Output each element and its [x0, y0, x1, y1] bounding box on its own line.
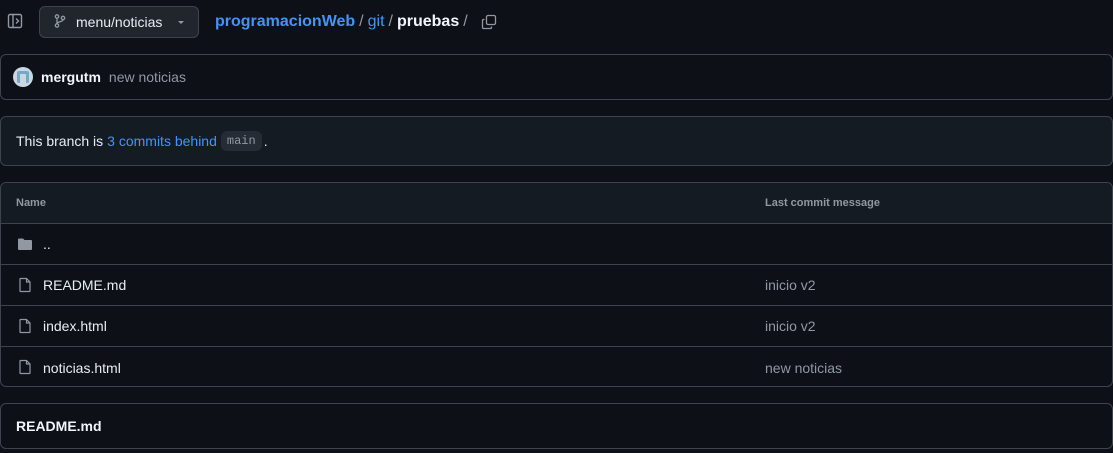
parent-directory-link[interactable]: .. — [43, 236, 51, 252]
table-row[interactable]: .. — [1, 224, 1112, 265]
file-table-header: Name Last commit message — [1, 183, 1112, 224]
breadcrumb-separator: / — [388, 13, 393, 30]
breadcrumb-folder-link[interactable]: git — [368, 13, 385, 31]
sidebar-toggle-icon[interactable] — [6, 12, 24, 30]
base-branch-label: main — [220, 131, 262, 151]
git-branch-icon — [52, 13, 68, 32]
file-name-link[interactable]: index.html — [43, 318, 107, 334]
file-name-link[interactable]: README.md — [43, 277, 126, 293]
column-header-message: Last commit message — [765, 197, 880, 209]
branch-selector-button[interactable]: menu/noticias — [39, 6, 199, 38]
breadcrumb-separator: / — [463, 13, 468, 30]
branch-status-text: This branch is — [16, 133, 104, 149]
folder-icon — [17, 236, 33, 252]
table-row[interactable]: index.html inicio v2 — [1, 306, 1112, 347]
commit-message-link[interactable]: new noticias — [109, 69, 186, 85]
file-commit-message[interactable]: new noticias — [765, 360, 842, 376]
table-row[interactable]: noticias.html new noticias — [1, 347, 1112, 386]
file-table: Name Last commit message .. README.md in… — [0, 182, 1113, 387]
file-icon — [17, 359, 33, 375]
repo-header: menu/noticias programacionWeb / git / pr… — [0, 0, 1113, 44]
readme-title: README.md — [16, 418, 102, 434]
latest-commit-bar: mergutm new noticias — [0, 54, 1113, 100]
file-commit-message[interactable]: inicio v2 — [765, 318, 816, 334]
breadcrumb: programacionWeb / git / pruebas / — [215, 12, 498, 32]
breadcrumb-current: pruebas — [396, 13, 460, 30]
copy-path-icon[interactable] — [480, 13, 498, 31]
breadcrumb-separator: / — [359, 13, 364, 30]
file-icon — [17, 277, 33, 293]
readme-panel: README.md — [0, 403, 1113, 449]
branch-name: menu/noticias — [76, 14, 163, 30]
file-commit-message[interactable]: inicio v2 — [765, 277, 816, 293]
table-row[interactable]: README.md inicio v2 — [1, 265, 1112, 306]
breadcrumb-repo-link[interactable]: programacionWeb — [215, 13, 355, 31]
branch-status-suffix: . — [263, 133, 268, 149]
branch-status-banner: This branch is 3 commits behind main . — [0, 116, 1113, 166]
column-header-name: Name — [16, 197, 46, 209]
avatar[interactable] — [13, 67, 33, 87]
file-icon — [17, 318, 33, 334]
commit-author-link[interactable]: mergutm — [41, 69, 101, 85]
file-name-link[interactable]: noticias.html — [43, 360, 121, 376]
commits-behind-link[interactable]: 3 commits behind — [107, 133, 217, 149]
caret-down-icon — [176, 14, 186, 30]
